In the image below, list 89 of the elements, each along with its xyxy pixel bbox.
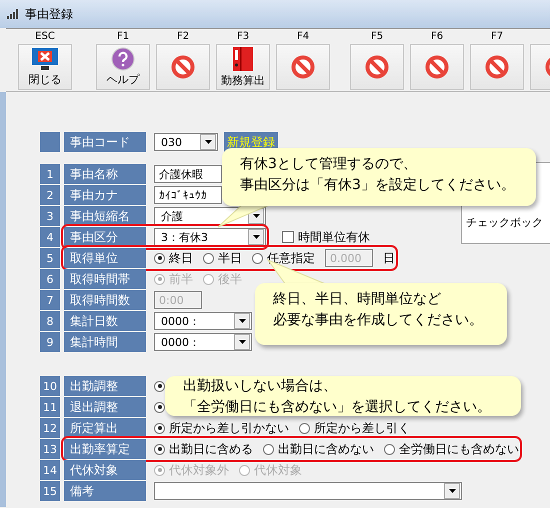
function-key-label: F4 xyxy=(296,30,310,44)
toolbar-button[interactable]: 勤務算出 xyxy=(216,44,270,90)
row-number: 1 xyxy=(40,164,60,184)
help-icon xyxy=(111,47,135,71)
prohibited-icon xyxy=(365,55,389,79)
row-number: 6 xyxy=(40,269,60,289)
radio-option[interactable]: 所定から差し引かない xyxy=(154,420,289,436)
monitor-close-icon xyxy=(31,47,59,71)
field-label: 取得時間数 xyxy=(64,290,146,310)
callout-text: 「全労働日にも含めない」を選択してください。 xyxy=(183,398,492,417)
function-key-label: F7 xyxy=(490,30,504,44)
dropdown-arrow-icon xyxy=(252,235,260,239)
row-number: 7 xyxy=(40,290,60,310)
toolbar-button[interactable]: 閉じる xyxy=(18,44,72,90)
function-key-label: F1 xyxy=(116,30,130,44)
text-field[interactable]: ｶｲｺﾞｷｭｳｶ xyxy=(154,186,222,204)
prohibited-icon xyxy=(485,55,509,79)
row-number: 3 xyxy=(40,206,60,226)
callout-text: 有休3として管理するので、 xyxy=(240,155,418,174)
radio-option[interactable]: 終日 xyxy=(154,250,193,266)
prohibited-icon xyxy=(425,55,449,79)
row-number: 10 xyxy=(40,376,60,396)
field-label: 所定算出 xyxy=(64,418,146,438)
toolbar-button[interactable] xyxy=(350,44,404,90)
app-icon xyxy=(6,8,20,20)
dropdown-field[interactable]: 0000： xyxy=(154,312,252,330)
field-label: 事由カナ xyxy=(64,185,146,205)
callout-text: 事由区分は「有休3」を設定してください。 xyxy=(240,176,516,195)
unit-label: 日 xyxy=(383,250,395,266)
radio-option[interactable]: 出勤日に含める xyxy=(154,440,253,458)
field-label: 取得時間帯 xyxy=(64,269,146,289)
toolbar-button[interactable] xyxy=(156,44,210,90)
field-label: 備考 xyxy=(64,481,146,501)
radio-option[interactable]: 半日 xyxy=(203,250,242,266)
field-label: 事由名称 xyxy=(64,164,146,184)
toolbar-button[interactable]: ヘルプ xyxy=(96,44,150,90)
field-label: 出勤調整 xyxy=(64,376,146,396)
row-number: 9 xyxy=(40,332,60,352)
row-number: 14 xyxy=(40,460,60,480)
field-label: 代休対象 xyxy=(64,460,146,480)
dropdown-arrow-icon xyxy=(448,489,456,493)
panel-text: チェックボック xyxy=(466,215,543,230)
radio-option[interactable]: 全労働日にも含めない xyxy=(384,440,519,458)
field-label: 事由短縮名 xyxy=(64,206,146,226)
radio-option[interactable]: 出勤日に含めない xyxy=(263,440,374,458)
function-key-label: ESC xyxy=(35,30,55,44)
function-key-label: F2 xyxy=(176,30,190,44)
toolbar-button[interactable] xyxy=(470,44,524,90)
toolbar-button[interactable] xyxy=(276,44,330,90)
field-label: 集計時間 xyxy=(64,332,146,352)
prohibited-icon xyxy=(171,55,195,79)
row-number: 2 xyxy=(40,185,60,205)
function-key-label: F5 xyxy=(370,30,384,44)
toolbar-button[interactable] xyxy=(410,44,464,90)
radio-option[interactable] xyxy=(154,380,165,392)
dropdown-arrow-icon xyxy=(238,319,246,323)
callout-text: 出勤扱いしない場合は、 xyxy=(183,377,338,396)
callout-text: 終日、半日、時間単位など xyxy=(273,290,442,309)
field-label: 事由コード xyxy=(64,132,146,152)
row-number: 5 xyxy=(40,248,60,268)
row-number: 11 xyxy=(40,397,60,417)
function-key-label: F3 xyxy=(236,30,250,44)
dropdown-arrow-icon xyxy=(204,140,212,144)
row-number: 12 xyxy=(40,418,60,438)
number-cell xyxy=(40,132,60,152)
field-label: 出勤率算定 xyxy=(64,439,146,459)
callout-text: 必要な事由を作成してください。 xyxy=(273,311,484,330)
text-field[interactable]: 介護休暇 xyxy=(154,165,222,183)
dropdown-field[interactable] xyxy=(154,482,462,500)
dropdown-field[interactable]: 0000： xyxy=(154,333,252,351)
prohibited-icon xyxy=(291,55,315,79)
dropdown-arrow-icon xyxy=(252,214,260,218)
binder-icon xyxy=(232,46,254,72)
row-number: 13 xyxy=(40,439,60,459)
radio-option[interactable]: 所定から差し引く xyxy=(299,420,410,436)
window-title: 事由登録 xyxy=(25,6,73,22)
dropdown-field[interactable]: 3：有休3 xyxy=(154,228,266,246)
field-label: 取得単位 xyxy=(64,248,146,268)
field-label: 集計日数 xyxy=(64,311,146,331)
dropdown-arrow-icon xyxy=(238,340,246,344)
checkbox[interactable]: 時間単位有休 xyxy=(282,228,370,246)
function-key-label: F6 xyxy=(430,30,444,44)
row-number: 8 xyxy=(40,311,60,331)
code-dropdown[interactable]: 030 xyxy=(154,133,218,151)
row-number: 4 xyxy=(40,227,60,247)
field-label: 事由区分 xyxy=(64,227,146,247)
row-number: 15 xyxy=(40,481,60,501)
field-label: 退出調整 xyxy=(64,397,146,417)
radio-option[interactable] xyxy=(154,402,165,412)
